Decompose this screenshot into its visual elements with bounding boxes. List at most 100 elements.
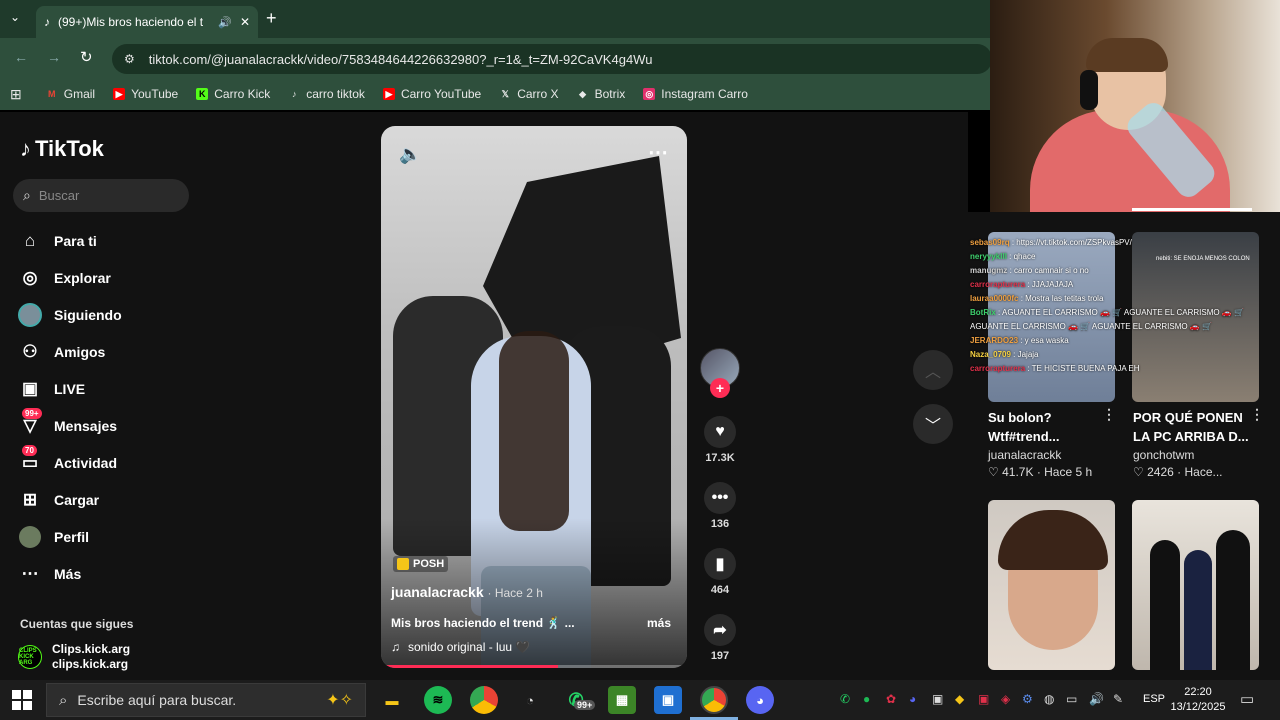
volume-icon[interactable]: 🔈 <box>399 144 421 165</box>
tray-settings-icon[interactable]: ⚙ <box>1022 692 1033 706</box>
related-video-title[interactable]: POR QUÉ PONEN LA PC ARRIBA D... <box>1133 408 1253 446</box>
taskbar-search-input[interactable]: ⌕ Escribe aquí para buscar. ✦✧ <box>46 683 366 717</box>
nav-mas[interactable]: ⋯ Más <box>18 562 82 586</box>
whatsapp-icon[interactable]: ✆99+ <box>562 686 596 714</box>
follow-plus-button[interactable]: + <box>710 378 730 398</box>
windows-taskbar: ⌕ Escribe aquí para buscar. ✦✧ ▬ ≋ ◔ ✆99… <box>0 680 1280 720</box>
video-player[interactable]: 🔈 ⋯ POSH juanalacrackk · Hace 2 h Mis br… <box>381 126 687 668</box>
description-more-button[interactable]: más <box>647 616 671 630</box>
network-icon[interactable]: ▭ <box>1066 692 1077 706</box>
notification-icon[interactable]: ▭ <box>1240 690 1254 708</box>
bookmark-youtube[interactable]: ▶ YouTube <box>113 87 178 101</box>
related-video-title[interactable]: Su bolon? Wtf#trend... <box>988 408 1108 446</box>
tiktok-logo[interactable]: ♪ TikTok <box>20 136 104 162</box>
search-input[interactable]: ⌕ Buscar <box>13 179 189 212</box>
clock-time: 22:20 <box>1184 686 1212 698</box>
tray-discord-icon[interactable]: ◕ <box>909 692 916 706</box>
nav-siguiendo[interactable]: Siguiendo <box>18 303 122 327</box>
chat-text: : TE HICISTE BUENA PAJA EH <box>1025 364 1140 373</box>
previous-video-button[interactable]: ︿ <box>913 350 953 390</box>
tray-spotify-icon[interactable]: ● <box>863 692 870 706</box>
apps-grid-icon[interactable]: ⊞ <box>10 86 22 103</box>
bookmark-carro-kick[interactable]: K Carro Kick <box>196 87 270 101</box>
tray-app-icon[interactable]: ◍ <box>1044 692 1054 706</box>
chrome-icon[interactable] <box>470 686 498 714</box>
stream-chat-overlay: sebas09rq : https://vt.tiktok.com/ZSPkva… <box>970 236 1260 376</box>
tiktok-icon: ♪ <box>292 89 297 99</box>
nav-amigos[interactable]: ⚇ Amigos <box>18 340 105 364</box>
bookmark-carro-youtube[interactable]: ▶ Carro YouTube <box>382 87 481 101</box>
home-icon: ⌂ <box>24 231 36 250</box>
video-time: · Hace 2 h <box>487 586 543 600</box>
related-menu-icon[interactable]: ⋮ <box>1250 406 1264 423</box>
bookmark-carro-tiktok[interactable]: ♪ carro tiktok <box>288 87 365 101</box>
language-indicator[interactable]: ESP <box>1143 693 1165 705</box>
related-video-thumbnail[interactable] <box>988 500 1115 670</box>
video-author[interactable]: juanalacrackk · Hace 2 h <box>391 584 543 600</box>
tray-app-icon[interactable]: ✿ <box>886 692 896 706</box>
bookmark-instagram-carro[interactable]: ◎ Instagram Carro <box>643 87 748 101</box>
browser-tab[interactable]: ♪ (99+)Mis bros haciendo el t 🔊 ✕ <box>36 6 258 38</box>
streamer-webcam <box>990 0 1280 212</box>
video-options-icon[interactable]: ⋯ <box>648 140 669 165</box>
nav-perfil[interactable]: Perfil <box>18 525 89 549</box>
tiktok-feed: 🔈 ⋯ POSH juanalacrackk · Hace 2 h Mis br… <box>200 112 968 680</box>
gmail-icon: M <box>47 89 56 99</box>
forward-icon[interactable]: → <box>47 49 61 65</box>
nav-actividad[interactable]: ▭ 70 Actividad <box>18 445 117 475</box>
speaker-icon[interactable]: 🔊 <box>218 16 232 29</box>
nav-live[interactable]: ▣ LIVE <box>18 377 85 401</box>
tab-close-icon[interactable]: ✕ <box>240 15 250 29</box>
tray-app-icon[interactable]: ◈ <box>1001 692 1010 706</box>
site-info-icon[interactable]: ⚙ <box>124 52 135 66</box>
like-button[interactable]: ♥ 17.3K <box>700 416 740 464</box>
next-video-button[interactable]: ﹀ <box>913 404 953 444</box>
comment-icon: ••• <box>704 482 736 514</box>
following-account-item[interactable]: CLIPS KICK ARG Clips.kick.arg clips.kick… <box>18 642 130 672</box>
bookmark-carro-x[interactable]: 𝕏 Carro X <box>499 87 559 101</box>
obs-icon[interactable]: ◔ <box>516 686 544 714</box>
tray-app-icon[interactable]: ▣ <box>978 692 989 706</box>
chat-message: neryyyklll : qhace <box>970 250 1260 264</box>
file-explorer-icon[interactable]: ▬ <box>378 686 406 714</box>
tray-shield-icon[interactable]: ◆ <box>955 692 964 706</box>
tray-whatsapp-icon[interactable]: ✆ <box>840 692 850 706</box>
nav-para-ti[interactable]: ⌂ Para ti <box>18 229 97 253</box>
url-field[interactable]: ⚙ tiktok.com/@juanalacrackk/video/758348… <box>112 44 992 74</box>
discord-icon[interactable]: ◕ <box>746 686 774 714</box>
bookmark-gmail[interactable]: M Gmail <box>46 87 95 101</box>
comment-button[interactable]: ••• 136 <box>700 482 740 530</box>
nav-explorar[interactable]: ◎ Explorar <box>18 266 111 290</box>
share-button[interactable]: ➦ 197 <box>700 614 740 662</box>
video-sound[interactable]: ♫ sonido original - luu 🖤 <box>391 640 530 654</box>
store-icon[interactable]: ▣ <box>654 686 682 714</box>
sparkle-icon: ✦✧ <box>326 692 353 709</box>
chrome-profile-icon[interactable] <box>700 686 728 714</box>
following-account-name: Clips.kick.arg <box>52 642 131 656</box>
related-video-author[interactable]: juanalacrackk <box>988 448 1061 462</box>
spotify-icon[interactable]: ≋ <box>424 686 452 714</box>
tray-app-icon[interactable]: ▣ <box>932 692 943 706</box>
video-progress-bar[interactable] <box>381 665 687 668</box>
save-button[interactable]: ▮ 464 <box>700 548 740 596</box>
more-icon: ⋯ <box>21 564 39 583</box>
bookmark-botrix[interactable]: ◆ Botrix <box>577 87 625 101</box>
thumbnail-person <box>1216 530 1250 670</box>
back-icon[interactable]: ← <box>14 49 28 65</box>
pen-icon[interactable]: ✎ <box>1113 692 1123 706</box>
related-video-author[interactable]: gonchotwm <box>1133 448 1194 462</box>
minecraft-icon[interactable]: ▦ <box>608 686 636 714</box>
youtube-icon: ▶ <box>113 88 126 100</box>
nav-mensajes[interactable]: ▽ 99+ Mensajes <box>18 408 117 438</box>
nav-cargar[interactable]: ⊞ Cargar <box>18 488 99 512</box>
following-section-title: Cuentas que sigues <box>20 617 134 631</box>
related-menu-icon[interactable]: ⋮ <box>1102 406 1116 423</box>
effect-sticker[interactable]: POSH <box>393 556 449 572</box>
taskbar-clock[interactable]: 22:20 13/12/2025 <box>1170 685 1226 715</box>
reload-icon[interactable]: ↻ <box>80 48 93 66</box>
volume-tray-icon[interactable]: 🔊 <box>1089 692 1104 706</box>
windows-start-icon[interactable] <box>12 690 32 710</box>
related-video-thumbnail[interactable] <box>1132 500 1259 670</box>
new-tab-button[interactable]: + <box>266 8 277 29</box>
tab-search-icon[interactable]: ⌄ <box>10 10 20 24</box>
